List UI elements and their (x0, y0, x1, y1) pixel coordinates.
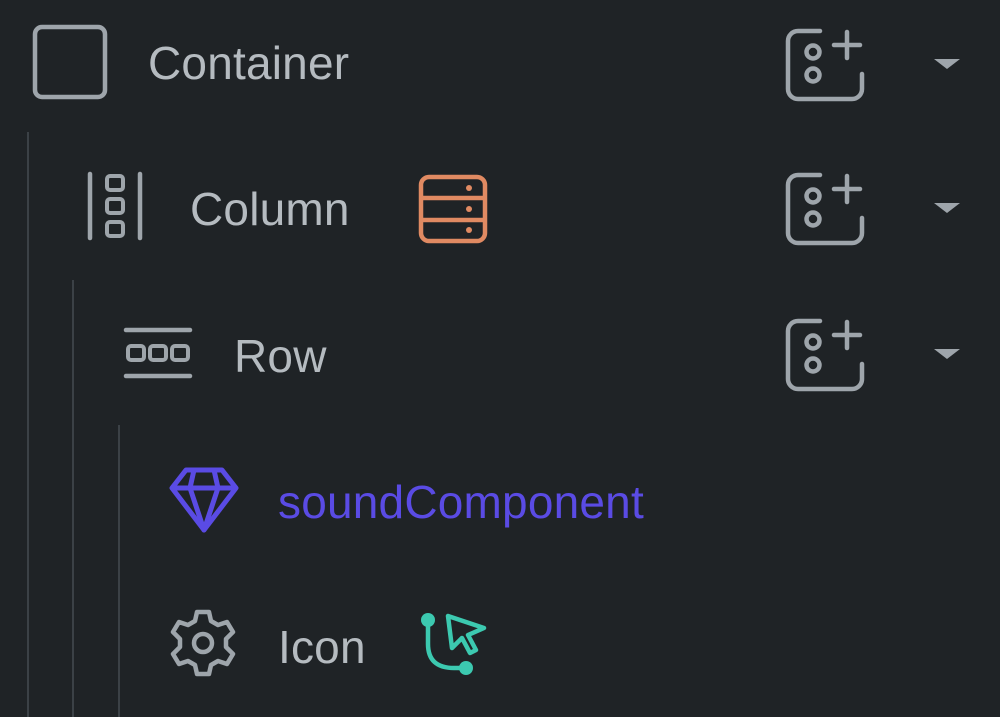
caret-down-icon[interactable] (930, 55, 964, 71)
tree-node-label: Icon (278, 621, 366, 673)
add-child-icon[interactable] (784, 170, 868, 248)
tree-node-icon[interactable]: Icon (0, 584, 1000, 714)
gear-icon (168, 608, 238, 678)
column-layout-icon (86, 170, 144, 242)
tree-node-row[interactable]: Row (0, 292, 1000, 422)
tree-node-label: Row (234, 330, 327, 382)
tree-node-column[interactable]: Column (0, 146, 1000, 276)
add-child-icon[interactable] (784, 316, 868, 394)
tree-node-label: soundComponent (278, 476, 644, 528)
tree-node-label: Column (190, 183, 350, 235)
widget-tree: Container Column Row soundComponent Icon (0, 0, 1000, 717)
caret-down-icon[interactable] (930, 199, 964, 215)
row-layout-icon (122, 326, 194, 380)
square-outline-icon (32, 24, 108, 100)
branch-cursor-icon (414, 610, 494, 682)
server-stack-icon (418, 174, 488, 244)
gem-icon (168, 464, 240, 536)
tree-node-sound-component[interactable]: soundComponent (0, 440, 1000, 570)
tree-node-label: Container (148, 37, 350, 89)
add-child-icon[interactable] (784, 26, 868, 104)
tree-node-container[interactable]: Container (0, 0, 1000, 130)
caret-down-icon[interactable] (930, 345, 964, 361)
